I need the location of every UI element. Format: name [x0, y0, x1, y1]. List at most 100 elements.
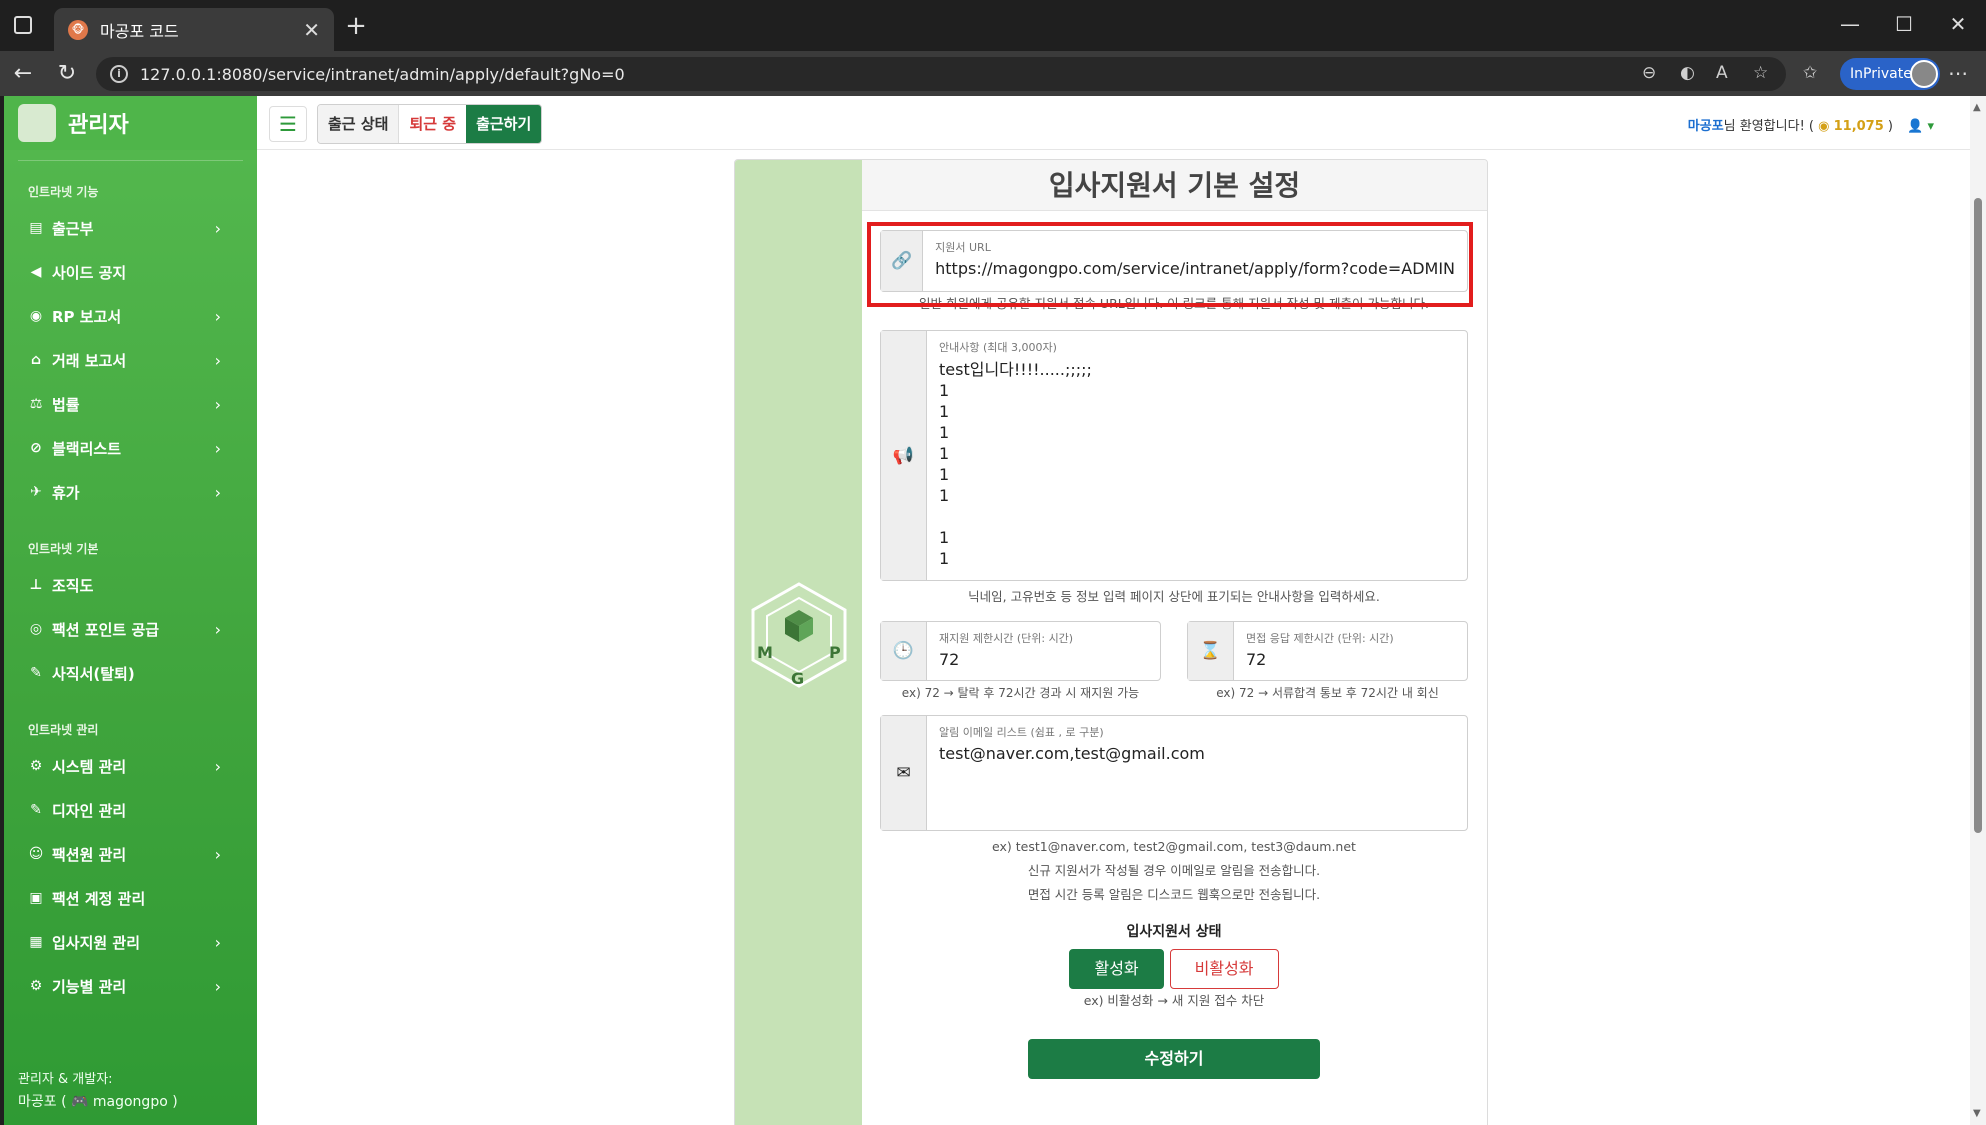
interview-limit-field[interactable]: ⌛ 면접 응답 제한시간 (단위: 시간) 72	[1187, 621, 1468, 681]
close-tab-icon[interactable]: ✕	[303, 18, 320, 42]
reapply-limit-field[interactable]: 🕒 재지원 제한시간 (단위: 시간) 72	[880, 621, 1161, 681]
reapply-value[interactable]: 72	[939, 650, 1148, 669]
email-value[interactable]: test@naver.com,test@gmail.com	[939, 744, 1455, 763]
brush-icon: ✎	[30, 802, 42, 818]
inprivate-label: InPrivate	[1850, 66, 1912, 82]
url-highlight-box	[867, 222, 1473, 307]
status-toggle: 활성화 비활성화	[880, 949, 1468, 989]
sitemap-icon: ⊥	[29, 577, 43, 593]
scroll-down-icon[interactable]: ▼	[1973, 1108, 1981, 1119]
sidebar-item-label: 팩션원 관리	[52, 845, 127, 864]
more-menu-icon[interactable]: ⋯	[1948, 61, 1968, 85]
submit-button[interactable]: 수정하기	[1028, 1039, 1320, 1079]
ban-icon: ⊘	[30, 440, 42, 456]
zoom-icon[interactable]: ⊖	[1642, 63, 1656, 83]
chevron-right-icon: ›	[214, 350, 221, 370]
book-icon: ▤	[29, 220, 43, 236]
sidebar-item[interactable]: ✎ 사직서(탈퇴)	[4, 651, 257, 695]
refresh-icon[interactable]: ↻	[50, 57, 84, 91]
id-card-icon: ▣	[29, 890, 43, 906]
page-scrollbar[interactable]: ▲ ▼	[1970, 96, 1986, 1125]
sidebar-footer: 관리자 & 개발자: 마공포 ( 🎮 magongpo )	[18, 1069, 178, 1113]
sidebar-item-label: 출근부	[52, 219, 94, 238]
attendance-status-label: 출근 상태	[318, 105, 399, 143]
favorites-icon[interactable]: ✩	[1803, 63, 1817, 83]
sidebar-item[interactable]: ⌂ 거래 보고서 ›	[4, 338, 257, 382]
reapply-help: ex) 72 → 탈락 후 72시간 경과 시 재지원 가능	[901, 686, 1140, 700]
interview-value[interactable]: 72	[1246, 650, 1455, 669]
sidebar-item[interactable]: ▣ 팩션 계정 관리	[4, 876, 257, 920]
sidebar-item-label: 법률	[52, 395, 80, 414]
chevron-right-icon: ›	[214, 438, 221, 458]
clock-in-button[interactable]: 출근하기	[466, 105, 542, 143]
sidebar-item[interactable]: ◎ 팩션 포인트 공급 ›	[4, 607, 257, 651]
chevron-right-icon: ›	[214, 306, 221, 326]
sidebar: 관리자 인트라넷 기능 ▤ 출근부 › ◀ 사이드 공지 ◉ RP 보고서 › ⌂ 거래 보고서 › ⚖…	[4, 96, 257, 1125]
points-value: 11,075	[1833, 119, 1884, 134]
envelope-icon: ✉	[881, 716, 927, 830]
sidebar-item-label: 사이드 공지	[52, 263, 127, 282]
page-title: 입사지원서 기본 설정	[862, 160, 1487, 211]
sidebar-item[interactable]: ◀ 사이드 공지	[4, 250, 257, 294]
sidebar-item[interactable]: ▦ 입사지원 관리 ›	[4, 920, 257, 964]
welcome-close: )	[1883, 119, 1893, 134]
sidebar-item-label: 블랙리스트	[52, 439, 122, 458]
inprivate-badge[interactable]: InPrivate	[1840, 58, 1940, 90]
clock-icon: 🕒	[881, 622, 927, 680]
megaphone-icon: 📢	[881, 331, 927, 580]
site-info-icon[interactable]: i	[110, 65, 128, 83]
footer-credit-label: 관리자 & 개발자:	[18, 1072, 113, 1087]
tracking-prevention-icon[interactable]: ◐	[1680, 63, 1695, 83]
address-bar[interactable]: i 127.0.0.1:8080/service/intranet/admin/…	[96, 57, 1786, 91]
chevron-right-icon: ›	[214, 394, 221, 414]
chevron-right-icon: ›	[214, 756, 221, 776]
sidebar-section-heading: 인트라넷 관리	[28, 723, 99, 737]
browser-tab[interactable]: 🐵 마공포 코드 ✕	[54, 8, 334, 51]
sidebar-item[interactable]: ⊘ 블랙리스트 ›	[4, 426, 257, 470]
sidebar-item[interactable]: ⚖ 법률 ›	[4, 382, 257, 426]
menu-toggle-icon[interactable]: ☰	[269, 106, 307, 142]
mgp-logo-icon: M G P	[751, 582, 847, 688]
sidebar-item-label: 팩션 계정 관리	[52, 889, 146, 908]
sidebar-item[interactable]: ✎ 디자인 관리	[4, 788, 257, 832]
notice-value[interactable]: test입니다!!!!.....;;;;; 1 1 1 1 1 1 1 1	[939, 359, 1455, 569]
read-aloud-icon[interactable]: A	[1716, 63, 1728, 83]
profile-avatar	[1910, 60, 1938, 88]
sidebar-item[interactable]: ◉ RP 보고서 ›	[4, 294, 257, 338]
sidebar-item[interactable]: ⚙ 시스템 관리 ›	[4, 744, 257, 788]
user-dropdown-icon[interactable]: 👤 ▾	[1907, 119, 1934, 134]
sidebar-item[interactable]: ▤ 출근부 ›	[4, 206, 257, 250]
sidebar-item[interactable]: ⊥ 조직도	[4, 563, 257, 607]
chevron-right-icon: ›	[214, 482, 221, 502]
email-list-field[interactable]: ✉ 알림 이메일 리스트 (쉼표 , 로 구분) test@naver.com,…	[880, 715, 1468, 831]
attendance-group: 출근 상태 퇴근 중 출근하기	[317, 104, 543, 144]
sidebar-brand[interactable]: 관리자	[4, 96, 257, 150]
attendance-state: 퇴근 중	[398, 105, 467, 143]
deactivate-button[interactable]: 비활성화	[1169, 949, 1279, 989]
notice-label: 안내사항 (최대 3,000자)	[939, 341, 1057, 354]
top-bar: ☰ 출근 상태 퇴근 중 출근하기 마공포님 환영합니다! ( ◉ 11,075…	[257, 96, 1970, 150]
window-close-icon[interactable]: ✕	[1938, 12, 1978, 36]
sidebar-item-label: RP 보고서	[52, 307, 122, 326]
sidebar-item[interactable]: ☺ 팩션원 관리 ›	[4, 832, 257, 876]
maximize-icon[interactable]: ☐	[1884, 12, 1924, 36]
minimize-icon[interactable]: —	[1830, 12, 1870, 36]
activate-button[interactable]: 활성화	[1069, 949, 1164, 989]
notice-field[interactable]: 📢 안내사항 (최대 3,000자) test입니다!!!!.....;;;;;…	[880, 330, 1468, 581]
welcome-message[interactable]: 마공포님 환영합니다! ( ◉ 11,075 ) 👤 ▾	[1688, 115, 1934, 134]
sidebar-item[interactable]: ✈ 휴가 ›	[4, 470, 257, 514]
coins-icon: ◎	[29, 621, 43, 637]
hourglass-icon: ⌛	[1188, 622, 1234, 680]
back-icon[interactable]: ←	[6, 57, 40, 91]
email-label: 알림 이메일 리스트 (쉼표 , 로 구분)	[939, 726, 1104, 739]
sidebar-item-label: 입사지원 관리	[52, 933, 141, 952]
favorite-star-icon[interactable]: ☆	[1753, 63, 1768, 83]
scroll-up-icon[interactable]: ▲	[1973, 102, 1981, 113]
scrollbar-thumb[interactable]	[1974, 198, 1982, 833]
tab-actions-icon[interactable]	[14, 16, 32, 34]
svg-text:P: P	[829, 643, 841, 662]
chevron-right-icon: ›	[214, 218, 221, 238]
sidebar-item[interactable]: ⚙ 기능별 관리 ›	[4, 964, 257, 1008]
chevron-right-icon: ›	[214, 932, 221, 952]
new-tab-button[interactable]: +	[340, 10, 372, 42]
